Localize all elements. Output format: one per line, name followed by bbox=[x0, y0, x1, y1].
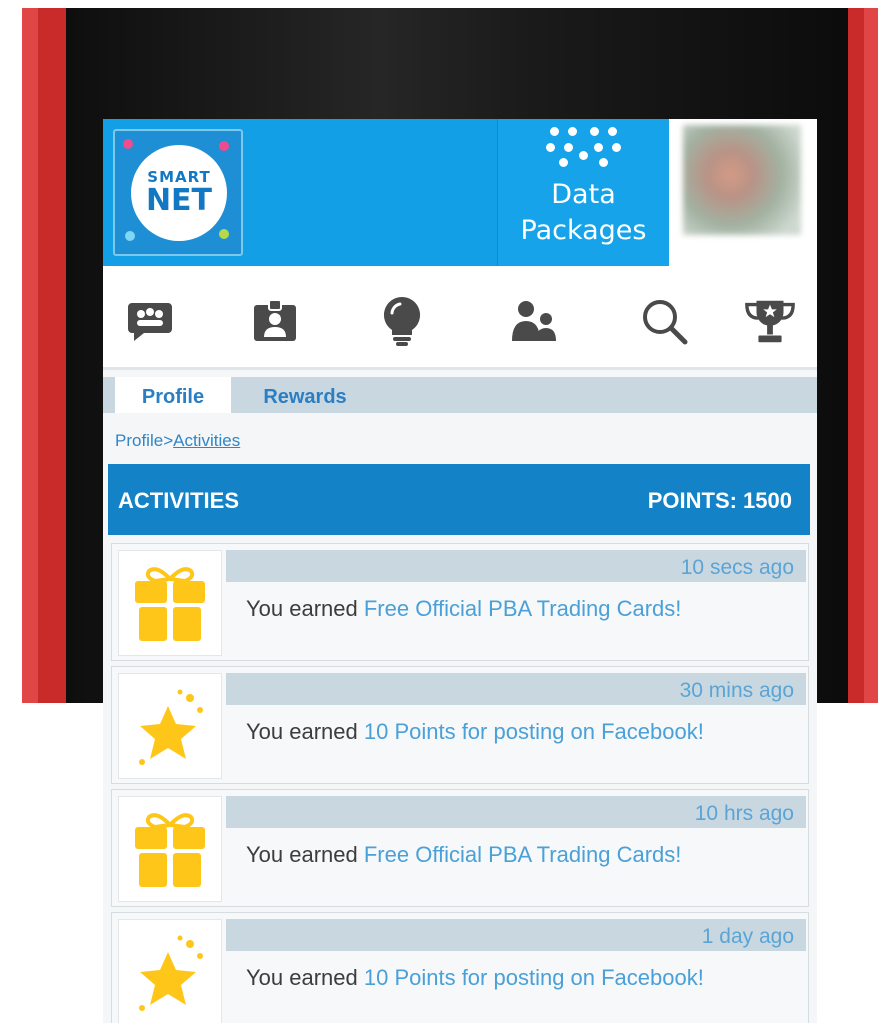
lightbulb-icon[interactable] bbox=[375, 294, 429, 348]
activity-time: 30 mins ago bbox=[679, 679, 794, 702]
activity-time-bar: 10 secs ago bbox=[226, 550, 806, 582]
activity-prefix: You earned bbox=[246, 596, 364, 621]
smartnet-logo[interactable]: SMART NET bbox=[113, 129, 243, 256]
gift-icon bbox=[118, 796, 222, 902]
logo-circle: SMART NET bbox=[131, 145, 227, 241]
gift-icon bbox=[118, 550, 222, 656]
breadcrumb-profile[interactable]: Profile bbox=[115, 431, 163, 450]
activity-prefix: You earned bbox=[246, 842, 364, 867]
reward-link[interactable]: 10 Points for posting on Facebook! bbox=[364, 719, 704, 744]
activity-time: 10 hrs ago bbox=[694, 802, 794, 825]
icon-nav-bar bbox=[103, 266, 817, 370]
logo-decoration bbox=[219, 229, 229, 239]
activity-time: 1 day ago bbox=[701, 925, 794, 948]
activity-item[interactable]: 30 mins ago You earned 10 Points for pos… bbox=[111, 666, 809, 784]
phone-frame-edge-right bbox=[864, 8, 878, 703]
activity-prefix: You earned bbox=[246, 965, 364, 990]
logo-decoration bbox=[123, 139, 133, 149]
breadcrumb-separator: > bbox=[163, 431, 174, 450]
activity-time: 10 secs ago bbox=[680, 556, 794, 579]
top-bar: SMART NET Data Packages bbox=[103, 119, 817, 266]
activities-header: ACTIVITIES POINTS: 1500 bbox=[108, 464, 810, 535]
points-total: POINTS: 1500 bbox=[647, 488, 792, 513]
chat-bubble-icon[interactable] bbox=[123, 294, 177, 348]
search-icon[interactable] bbox=[637, 294, 691, 348]
reward-link[interactable]: 10 Points for posting on Facebook! bbox=[364, 965, 704, 990]
trophy-icon[interactable] bbox=[743, 294, 797, 348]
header-banner: SMART NET Data Packages bbox=[103, 119, 669, 266]
activity-time-bar: 1 day ago bbox=[226, 919, 806, 951]
activity-message: You earned 10 Points for posting on Face… bbox=[246, 965, 704, 991]
activity-message: You earned Free Official PBA Trading Car… bbox=[246, 596, 681, 622]
activity-time-bar: 10 hrs ago bbox=[226, 796, 806, 828]
people-icon[interactable] bbox=[507, 294, 561, 348]
data-packages-button[interactable]: Data Packages bbox=[498, 119, 669, 266]
profile-tabs: Profile Rewards bbox=[103, 377, 817, 413]
activities-title: ACTIVITIES bbox=[118, 488, 240, 513]
user-avatar[interactable] bbox=[683, 125, 801, 235]
star-icon bbox=[118, 919, 222, 1023]
breadcrumb: Profile>Activities bbox=[115, 431, 240, 451]
activity-item[interactable]: 10 hrs ago You earned Free Official PBA … bbox=[111, 789, 809, 907]
tab-profile[interactable]: Profile bbox=[115, 377, 231, 413]
phone-frame-edge-left bbox=[22, 8, 38, 703]
logo-decoration bbox=[125, 231, 135, 241]
data-packages-icon bbox=[542, 127, 624, 167]
activity-item[interactable]: 1 day ago You earned 10 Points for posti… bbox=[111, 912, 809, 1023]
logo-text-net: NET bbox=[145, 183, 213, 218]
data-packages-label: Data Packages bbox=[520, 179, 647, 246]
activity-prefix: You earned bbox=[246, 719, 364, 744]
activity-item[interactable]: 10 secs ago You earned Free Official PBA… bbox=[111, 543, 809, 661]
activity-message: You earned 10 Points for posting on Face… bbox=[246, 719, 704, 745]
activity-time-bar: 30 mins ago bbox=[226, 673, 806, 705]
logo-decoration bbox=[219, 141, 229, 151]
reward-link[interactable]: Free Official PBA Trading Cards! bbox=[364, 842, 682, 867]
id-badge-icon[interactable] bbox=[248, 294, 302, 348]
reward-link[interactable]: Free Official PBA Trading Cards! bbox=[364, 596, 682, 621]
tab-rewards[interactable]: Rewards bbox=[243, 377, 367, 413]
activity-message: You earned Free Official PBA Trading Car… bbox=[246, 842, 681, 868]
breadcrumb-activities[interactable]: Activities bbox=[173, 431, 240, 450]
app-screen: SMART NET Data Packages Profile Rewards … bbox=[103, 119, 817, 1023]
star-icon bbox=[118, 673, 222, 779]
